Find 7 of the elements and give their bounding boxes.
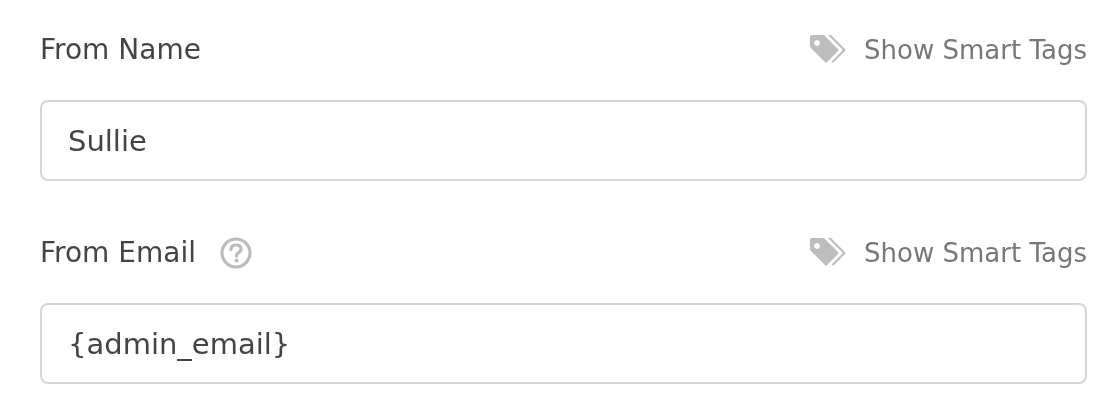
smart-tags-link[interactable]: Show Smart Tags bbox=[864, 233, 1087, 273]
text-field[interactable]: Sullie bbox=[40, 100, 1087, 181]
smart-tags-link[interactable]: Show Smart Tags bbox=[864, 30, 1087, 70]
field-label: From Email bbox=[40, 236, 196, 270]
help-icon[interactable] bbox=[219, 237, 252, 269]
text-field[interactable]: {admin_email} bbox=[40, 303, 1087, 384]
field-label: From Name bbox=[40, 33, 201, 67]
